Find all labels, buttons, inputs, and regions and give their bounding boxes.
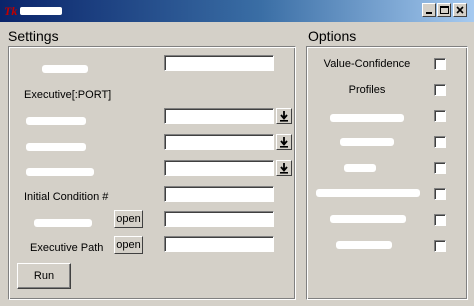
close-icon [456,6,464,14]
redacted-label [26,117,86,125]
option-checkbox[interactable] [434,162,446,174]
executive-path-label: Executive Path [30,242,104,254]
download-arrow-icon [280,137,288,148]
option-label-value-confidence: Value-Confidence [323,58,411,70]
download-arrow-icon [280,111,288,122]
redacted-label [26,143,86,151]
value-confidence-checkbox[interactable] [434,58,446,70]
redacted-option-label [340,138,394,146]
redacted-option-label [344,164,376,172]
redacted-option-label [316,189,420,197]
settings-title: Settings [8,28,59,44]
initial-condition-label: Initial Condition # [24,191,109,203]
option-checkbox[interactable] [434,214,446,226]
option-label-profiles: Profiles [348,84,386,96]
redacted-option-label [336,241,392,249]
option-checkbox[interactable] [434,136,446,148]
redacted-label [42,65,88,73]
options-title: Options [308,28,357,44]
profiles-checkbox[interactable] [434,84,446,96]
setting-field-3[interactable] [164,134,274,150]
minimize-button[interactable] [422,3,436,17]
open-button[interactable]: open [114,210,143,228]
redacted-option-label [330,114,404,122]
executive-port-label: Executive[:PORT] [24,89,112,101]
setting-field-4[interactable] [164,160,274,176]
minimize-icon [426,12,432,14]
download-button[interactable] [276,160,292,176]
run-button[interactable]: Run [17,263,71,289]
maximize-icon [440,6,449,14]
setting-field-6[interactable] [164,211,274,227]
window-title-redacted [20,7,62,15]
initial-condition-field[interactable] [164,186,274,202]
close-button[interactable] [453,3,467,17]
option-checkbox[interactable] [434,110,446,122]
download-button[interactable] [276,134,292,150]
download-arrow-icon [280,163,288,174]
title-bar[interactable]: Tk [0,0,474,22]
maximize-button[interactable] [437,3,451,17]
open-executive-path-button[interactable]: open [114,236,143,254]
redacted-label [34,219,92,227]
redacted-label [26,168,94,176]
redacted-option-label [330,215,406,223]
option-checkbox[interactable] [434,188,446,200]
option-checkbox[interactable] [434,240,446,252]
setting-field-2[interactable] [164,108,274,124]
download-button[interactable] [276,108,292,124]
setting-field-1[interactable] [164,55,274,71]
tk-feather-icon: Tk [4,4,18,18]
executive-path-field[interactable] [164,236,274,252]
